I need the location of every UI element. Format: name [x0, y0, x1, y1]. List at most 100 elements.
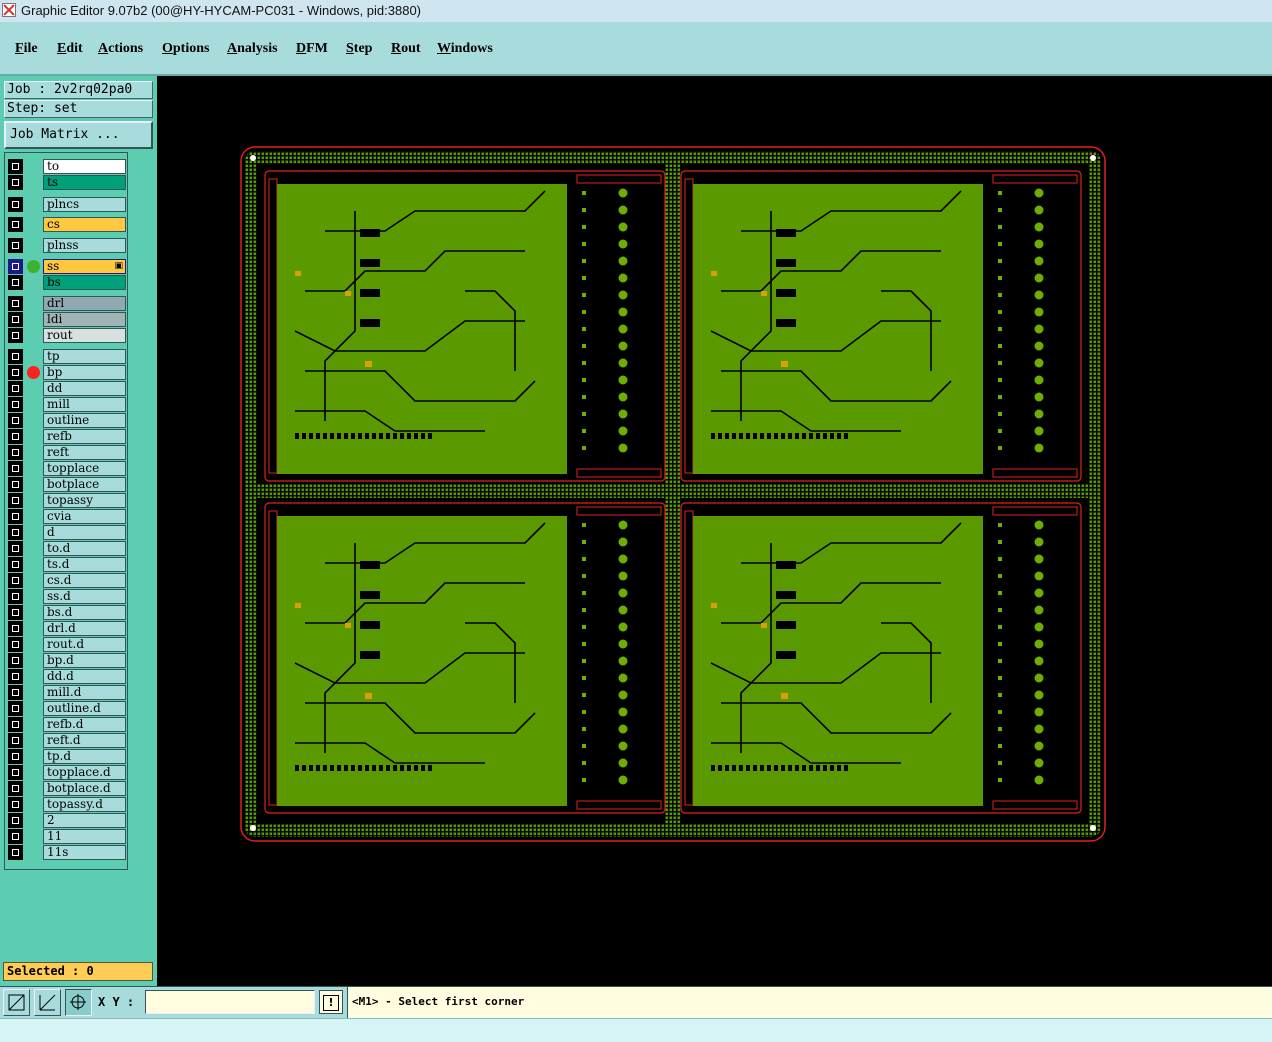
- layer-row-botplace-d[interactable]: botplace.d: [8, 781, 126, 796]
- menu-item-options[interactable]: Options: [162, 41, 209, 57]
- layer-row-topassy-d[interactable]: topassy.d: [8, 797, 126, 812]
- layer-row-d[interactable]: d: [8, 525, 126, 540]
- layer-checkbox[interactable]: [8, 573, 23, 588]
- layer-name[interactable]: rout.d: [43, 637, 126, 652]
- layer-checkbox[interactable]: [8, 217, 23, 232]
- layer-name[interactable]: topplace: [43, 461, 126, 476]
- measure-icon[interactable]: [34, 989, 61, 1016]
- layer-checkbox[interactable]: [8, 275, 23, 290]
- layer-row-mill-d[interactable]: mill.d: [8, 685, 126, 700]
- graphic-canvas[interactable]: [157, 76, 1272, 986]
- layer-name[interactable]: plnss: [43, 238, 126, 253]
- layer-row-topassy[interactable]: topassy: [8, 493, 126, 508]
- layer-checkbox[interactable]: [8, 653, 23, 668]
- layer-row-outline-d[interactable]: outline.d: [8, 701, 126, 716]
- layer-row-topplace[interactable]: topplace: [8, 461, 126, 476]
- snap-grid-icon[interactable]: [65, 989, 92, 1016]
- layer-row-bs-d[interactable]: bs.d: [8, 605, 126, 620]
- layer-checkbox[interactable]: [8, 461, 23, 476]
- layer-name[interactable]: ldi: [43, 312, 126, 327]
- layer-name[interactable]: refb: [43, 429, 126, 444]
- layer-name[interactable]: to: [43, 159, 126, 174]
- layer-checkbox[interactable]: [8, 259, 23, 274]
- layer-row-reft-d[interactable]: reft.d: [8, 733, 126, 748]
- layer-checkbox[interactable]: [8, 445, 23, 460]
- layer-row-ss[interactable]: ss ▣: [8, 259, 126, 274]
- layer-row-dd-d[interactable]: dd.d: [8, 669, 126, 684]
- layer-name[interactable]: botplace: [43, 477, 126, 492]
- menu-item-rout[interactable]: Rout: [391, 41, 421, 57]
- layer-name[interactable]: outline.d: [43, 701, 126, 716]
- layer-name[interactable]: 11: [43, 829, 126, 844]
- layer-checkbox[interactable]: [8, 829, 23, 844]
- layer-name[interactable]: outline: [43, 413, 126, 428]
- layer-name[interactable]: to.d: [43, 541, 126, 556]
- menu-item-analysis[interactable]: Analysis: [227, 41, 278, 57]
- layer-checkbox[interactable]: [8, 429, 23, 444]
- layer-checkbox[interactable]: [8, 413, 23, 428]
- layer-name[interactable]: tp.d: [43, 749, 126, 764]
- layer-checkbox[interactable]: [8, 238, 23, 253]
- layer-checkbox[interactable]: [8, 397, 23, 412]
- layer-row-botplace[interactable]: botplace: [8, 477, 126, 492]
- layer-name[interactable]: plncs: [43, 197, 126, 212]
- layer-row-bp-d[interactable]: bp.d: [8, 653, 126, 668]
- layer-checkbox[interactable]: [8, 197, 23, 212]
- layer-row-ldi[interactable]: ldi: [8, 312, 126, 327]
- layer-name[interactable]: mill: [43, 397, 126, 412]
- layer-checkbox[interactable]: [8, 175, 23, 190]
- layer-name[interactable]: cvia: [43, 509, 126, 524]
- layer-name[interactable]: 2: [43, 813, 126, 828]
- layer-checkbox[interactable]: [8, 509, 23, 524]
- layer-name[interactable]: ss.d: [43, 589, 126, 604]
- layer-name[interactable]: refb.d: [43, 717, 126, 732]
- layer-name[interactable]: dd: [43, 381, 126, 396]
- zoom-box-icon[interactable]: [3, 989, 30, 1016]
- job-matrix-button[interactable]: Job Matrix ...: [4, 121, 153, 149]
- alert-icon[interactable]: !: [319, 990, 343, 1014]
- layer-row-topplace-d[interactable]: topplace.d: [8, 765, 126, 780]
- layer-row-cvia[interactable]: cvia: [8, 509, 126, 524]
- layer-row-rout-d[interactable]: rout.d: [8, 637, 126, 652]
- layer-name[interactable]: reft.d: [43, 733, 126, 748]
- layer-checkbox[interactable]: [8, 381, 23, 396]
- layer-name[interactable]: bp: [43, 365, 126, 380]
- layer-row-to[interactable]: to: [8, 159, 126, 174]
- layer-checkbox[interactable]: [8, 605, 23, 620]
- layer-row-2[interactable]: 2: [8, 813, 126, 828]
- layer-checkbox[interactable]: [8, 349, 23, 364]
- layer-name[interactable]: mill.d: [43, 685, 126, 700]
- layer-checkbox[interactable]: [8, 328, 23, 343]
- layer-row-tp[interactable]: tp: [8, 349, 126, 364]
- layer-name[interactable]: reft: [43, 445, 126, 460]
- layer-checkbox[interactable]: [8, 365, 23, 380]
- xy-input[interactable]: [145, 990, 315, 1014]
- layer-checkbox[interactable]: [8, 717, 23, 732]
- layer-name[interactable]: botplace.d: [43, 781, 126, 796]
- layer-row-to-d[interactable]: to.d: [8, 541, 126, 556]
- layer-row-drl-d[interactable]: drl.d: [8, 621, 126, 636]
- layer-checkbox[interactable]: [8, 296, 23, 311]
- layer-checkbox[interactable]: [8, 749, 23, 764]
- menu-item-file[interactable]: File: [15, 41, 38, 57]
- layer-row-ts-d[interactable]: ts.d: [8, 557, 126, 572]
- layer-checkbox[interactable]: [8, 477, 23, 492]
- layer-name[interactable]: rout: [43, 328, 126, 343]
- menu-item-windows[interactable]: Windows: [437, 41, 493, 57]
- layer-name[interactable]: topplace.d: [43, 765, 126, 780]
- layer-checkbox[interactable]: [8, 637, 23, 652]
- layer-name[interactable]: ts.d: [43, 557, 126, 572]
- layer-name[interactable]: ss ▣: [43, 259, 126, 274]
- layer-name[interactable]: tp: [43, 349, 126, 364]
- layer-name[interactable]: bs.d: [43, 605, 126, 620]
- layer-name[interactable]: cs: [43, 217, 126, 232]
- layer-row-11s[interactable]: 11s: [8, 845, 126, 860]
- pcb-panel-view[interactable]: [157, 76, 1272, 986]
- layer-row-mill[interactable]: mill: [8, 397, 126, 412]
- layer-row-ss-d[interactable]: ss.d: [8, 589, 126, 604]
- layer-checkbox[interactable]: [8, 589, 23, 604]
- layer-row-drl[interactable]: drl: [8, 296, 126, 311]
- menu-item-edit[interactable]: Edit: [57, 41, 83, 57]
- layer-checkbox[interactable]: [8, 557, 23, 572]
- layer-row-bp[interactable]: bp: [8, 365, 126, 380]
